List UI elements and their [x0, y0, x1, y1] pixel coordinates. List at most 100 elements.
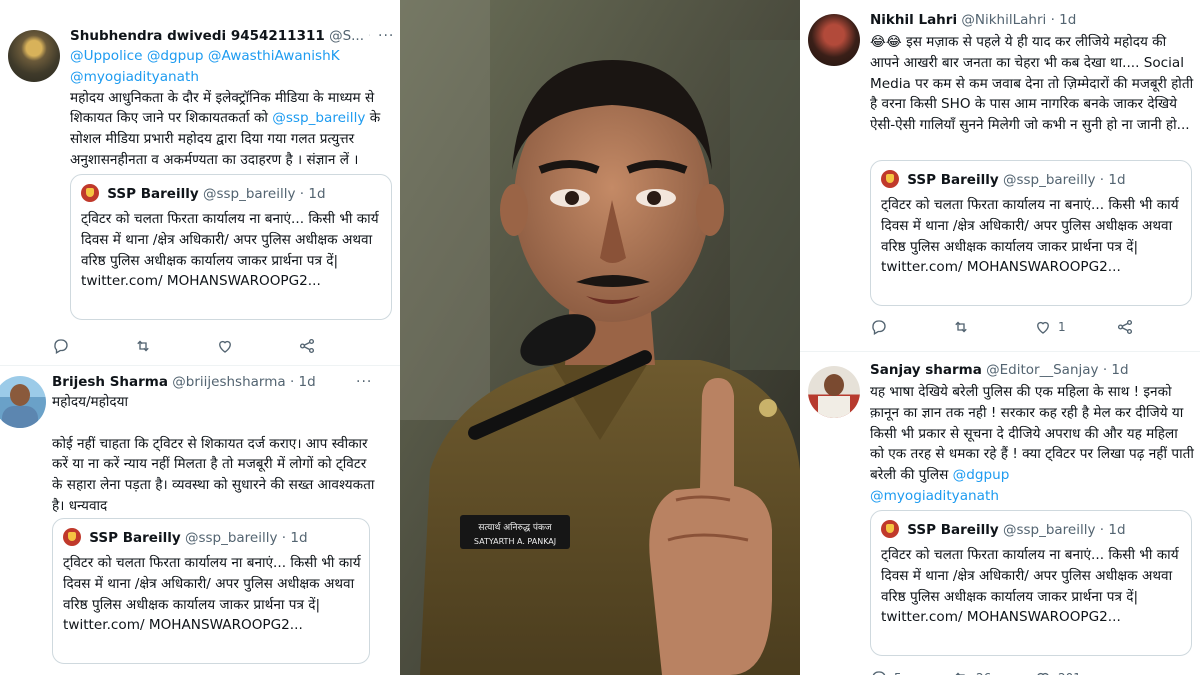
author-name[interactable]: Shubhendra dwivedi 9454211311	[70, 28, 325, 44]
author-handle[interactable]: @S...	[329, 28, 364, 44]
reply-button[interactable]: 5	[870, 668, 902, 675]
quoted-tweet-time: 1d	[1108, 172, 1126, 188]
quoted-tweet-text: ट्विटर को चलता फिरता कार्यालय ना बनाएं..…	[881, 547, 1179, 626]
ssp-bareilly-avatar	[81, 184, 99, 202]
quoted-author-name: SSP Bareilly	[107, 186, 199, 202]
share-icon	[299, 338, 315, 354]
badge-hindi-text: सत्यार्थ अनिरुद्ध पंकज	[478, 521, 552, 533]
quoted-tweet[interactable]: SSP Bareilly @ssp_bareilly · 1d ट्विटर क…	[52, 518, 370, 664]
avatar[interactable]	[0, 376, 46, 428]
tweet-time[interactable]: 1d	[1059, 12, 1076, 28]
retweet-icon	[955, 321, 967, 333]
heart-icon	[1037, 321, 1049, 334]
quoted-tweet[interactable]: SSP Bareilly @ssp_bareilly · 1d ट्विटर क…	[870, 510, 1192, 656]
tweet-actions: 5 26 201	[870, 668, 1190, 675]
like-button[interactable]: 1	[1034, 317, 1066, 337]
share-button[interactable]	[1116, 317, 1134, 337]
quoted-author-name: SSP Bareilly	[89, 530, 181, 546]
avatar[interactable]	[808, 14, 860, 66]
quoted-tweet-header: SSP Bareilly @ssp_bareilly · 1d	[81, 184, 326, 202]
author-handle[interactable]: @Editor__Sanjay	[986, 362, 1098, 378]
quoted-author-name: SSP Bareilly	[907, 522, 999, 538]
more-options-icon[interactable]: ···	[378, 28, 394, 44]
share-icon	[1117, 319, 1133, 335]
quoted-tweet-time: 1d	[308, 186, 326, 202]
reply-button[interactable]	[870, 317, 888, 337]
tweet-text-part: यह भाषा देखिये बरेली पुलिस की एक महिला क…	[870, 384, 1194, 484]
tweet-text: 😂😂 इस मज़ाक से पहले ये ही याद कर लीजिये …	[870, 32, 1194, 136]
retweet-icon	[137, 340, 149, 352]
tweet-time[interactable]: 1d	[1111, 362, 1128, 378]
tweet-time[interactable]: 1d	[299, 374, 316, 390]
tweet-brijesh[interactable]: Brijesh Sharma @briijeshsharma · 1d ··· …	[0, 366, 400, 675]
separator-dot: ·	[1099, 172, 1105, 188]
tweet-text: यह भाषा देखिये बरेली पुलिस की एक महिला क…	[870, 382, 1194, 507]
quoted-tweet[interactable]: SSP Bareilly @ssp_bareilly · 1d ट्विटर क…	[870, 160, 1192, 306]
quoted-author-handle: @ssp_bareilly	[202, 186, 296, 202]
retweet-button[interactable]	[952, 317, 970, 337]
retweet-button[interactable]	[134, 336, 152, 356]
salutation: महोदय/महोदया	[52, 394, 129, 410]
author-name[interactable]: Sanjay sharma	[870, 362, 982, 378]
left-screenshot-panel: Shubhendra dwivedi 9454211311 @S... · 1d…	[0, 0, 400, 675]
separator-dot: ·	[1099, 522, 1105, 538]
separator-dot: ·	[368, 28, 370, 44]
tweet-sanjay[interactable]: Sanjay sharma @Editor__Sanjay · 1d यह भा…	[800, 352, 1200, 675]
like-count: 201	[1058, 671, 1081, 675]
mention-myogiadityanath[interactable]: @myogiadityanath	[870, 486, 1194, 507]
author-handle[interactable]: @NikhilLahri	[961, 12, 1046, 28]
more-options-icon[interactable]: ···	[356, 374, 372, 390]
laughing-emoji: 😂😂	[870, 34, 902, 50]
author-name[interactable]: Brijesh Sharma	[52, 374, 168, 390]
tweet-header: Brijesh Sharma @briijeshsharma · 1d	[52, 374, 352, 390]
mention-ssp-bareilly[interactable]: @ssp_bareilly	[272, 110, 365, 126]
tweet-header: Shubhendra dwivedi 9454211311 @S... · 1d	[70, 28, 370, 44]
reply-count: 5	[894, 671, 902, 675]
ssp-bareilly-avatar	[881, 520, 899, 538]
mention-list[interactable]: @Uppolice @dgpup @AwasthiAwanishK	[70, 46, 392, 67]
retweet-button[interactable]: 26	[952, 668, 991, 675]
heart-icon	[1037, 672, 1049, 675]
ssp-bareilly-avatar	[63, 528, 81, 546]
author-name[interactable]: Nikhil Lahri	[870, 12, 957, 28]
quoted-author-handle: @ssp_bareilly	[1002, 522, 1096, 538]
separator-dot: ·	[1050, 12, 1055, 28]
tweet-actions	[52, 336, 382, 356]
reply-icon	[54, 339, 68, 354]
tweet-actions: 1	[870, 317, 1190, 337]
like-button[interactable]: 201	[1034, 668, 1081, 675]
retweet-count: 26	[976, 671, 991, 675]
reply-icon	[872, 320, 886, 335]
quoted-author-handle: @ssp_bareilly	[1002, 172, 1096, 188]
officer-photo: सत्यार्थ अनिरुद्ध पंकज SATYARTH A. PANKA…	[400, 0, 800, 675]
like-button[interactable]	[216, 336, 234, 356]
mention-myogiadityanath[interactable]: @myogiadityanath	[70, 67, 392, 88]
avatar[interactable]	[8, 30, 60, 82]
tweet-text: महोदय/महोदया कोई नहीं चाहता कि ट्विटर से…	[52, 392, 378, 517]
heart-icon	[219, 340, 231, 353]
quoted-tweet-header: SSP Bareilly @ssp_bareilly · 1d	[63, 528, 308, 546]
right-screenshot-panel: Nikhil Lahri @NikhilLahri · 1d 😂😂 इस मज़…	[800, 0, 1200, 675]
quoted-tweet[interactable]: SSP Bareilly @ssp_bareilly · 1d ट्विटर क…	[70, 174, 392, 320]
tweet-text: @Uppolice @dgpup @AwasthiAwanishK @myogi…	[70, 46, 392, 171]
mention-dgpup[interactable]: @dgpup	[953, 467, 1010, 483]
quoted-tweet-text: ट्विटर को चलता फिरता कार्यालय ना बनाएं..…	[81, 211, 379, 290]
like-count: 1	[1058, 320, 1066, 334]
author-handle[interactable]: @briijeshsharma	[172, 374, 285, 390]
quoted-tweet-time: 1d	[290, 530, 308, 546]
quoted-tweet-header: SSP Bareilly @ssp_bareilly · 1d	[881, 170, 1126, 188]
tweet-shubhendra[interactable]: Shubhendra dwivedi 9454211311 @S... · 1d…	[0, 0, 400, 366]
reply-icon	[872, 671, 886, 675]
name-badge-text: SATYARTH A. PANKAJ	[474, 537, 556, 546]
quoted-author-name: SSP Bareilly	[907, 172, 999, 188]
quoted-tweet-time: 1d	[1108, 522, 1126, 538]
share-button[interactable]	[298, 336, 316, 356]
tweet-text-part: कोई नहीं चाहता कि ट्विटर से शिकायत दर्ज …	[52, 435, 375, 514]
reply-button[interactable]	[52, 336, 70, 356]
retweet-icon	[955, 672, 965, 675]
quoted-tweet-text: ट्विटर को चलता फिरता कार्यालय ना बनाएं..…	[63, 555, 361, 634]
tweet-text-part: इस मज़ाक से पहले ये ही याद कर लीजिये महो…	[870, 34, 1194, 134]
avatar[interactable]	[808, 366, 860, 418]
separator-dot: ·	[1102, 362, 1108, 378]
tweet-nikhil[interactable]: Nikhil Lahri @NikhilLahri · 1d 😂😂 इस मज़…	[800, 0, 1200, 352]
